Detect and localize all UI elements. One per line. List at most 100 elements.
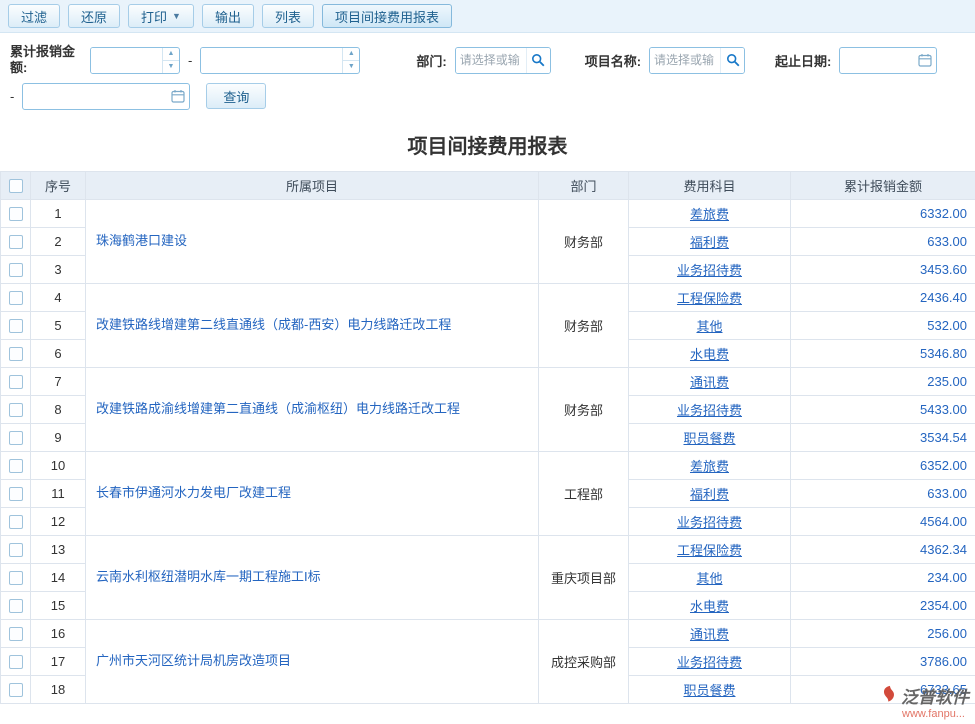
project-name-link[interactable]: 珠海鹤港口建设 bbox=[86, 199, 539, 283]
department-input[interactable] bbox=[456, 48, 526, 73]
stepper-arrows: ▲ ▼ bbox=[342, 48, 359, 73]
row-checkbox-cell bbox=[1, 451, 31, 479]
expense-subject-link[interactable]: 差旅费 bbox=[690, 207, 729, 222]
expense-subject-link[interactable]: 业务招待费 bbox=[677, 655, 742, 670]
date-from-box bbox=[839, 47, 937, 74]
amount-cell: 6352.00 bbox=[791, 451, 975, 479]
table-row: 4改建铁路线增建第二线直通线（成都-西安）电力线路迁改工程财务部工程保险费243… bbox=[1, 283, 975, 311]
row-checkbox[interactable] bbox=[9, 627, 23, 641]
project-search-button[interactable] bbox=[720, 48, 744, 73]
row-checkbox[interactable] bbox=[9, 599, 23, 613]
expense-subject-cell: 工程保险费 bbox=[629, 283, 791, 311]
calendar-icon[interactable] bbox=[914, 53, 936, 67]
project-searchbox bbox=[649, 47, 745, 74]
export-button[interactable]: 输出 bbox=[202, 4, 254, 28]
row-checkbox-cell bbox=[1, 311, 31, 339]
row-checkbox-cell bbox=[1, 619, 31, 647]
stepper-up-icon[interactable]: ▲ bbox=[163, 48, 179, 61]
row-checkbox[interactable] bbox=[9, 683, 23, 697]
table-row: 10长春市伊通河水力发电厂改建工程工程部差旅费6352.00 bbox=[1, 451, 975, 479]
amount-cell: 234.00 bbox=[791, 563, 975, 591]
project-name-input[interactable] bbox=[650, 48, 720, 73]
header-subject: 费用科目 bbox=[629, 171, 791, 199]
expense-subject-link[interactable]: 水电费 bbox=[690, 347, 729, 362]
expense-subject-link[interactable]: 福利费 bbox=[690, 235, 729, 250]
date-to-input[interactable] bbox=[23, 89, 167, 103]
chevron-down-icon: ▼ bbox=[172, 12, 181, 21]
project-name-link[interactable]: 云南水利枢纽潜明水库一期工程施工I标 bbox=[86, 535, 539, 619]
row-checkbox[interactable] bbox=[9, 319, 23, 333]
project-name-link[interactable]: 改建铁路线增建第二线直通线（成都-西安）电力线路迁改工程 bbox=[86, 283, 539, 367]
expense-subject-link[interactable]: 职员餐费 bbox=[683, 683, 735, 698]
restore-button[interactable]: 还原 bbox=[68, 4, 120, 28]
row-checkbox[interactable] bbox=[9, 459, 23, 473]
query-button[interactable]: 查询 bbox=[206, 83, 266, 109]
expense-subject-link[interactable]: 通讯费 bbox=[690, 375, 729, 390]
date-from-input[interactable] bbox=[840, 53, 914, 67]
expense-subject-link[interactable]: 通讯费 bbox=[690, 627, 729, 642]
expense-subject-cell: 其他 bbox=[629, 311, 791, 339]
amount-from-input[interactable] bbox=[91, 48, 162, 73]
row-checkbox-cell bbox=[1, 199, 31, 227]
stepper-down-icon[interactable]: ▼ bbox=[163, 61, 179, 73]
department-search-button[interactable] bbox=[526, 48, 550, 73]
expense-subject-cell: 福利费 bbox=[629, 479, 791, 507]
department-searchbox bbox=[455, 47, 551, 74]
row-number: 1 bbox=[31, 199, 86, 227]
expense-subject-link[interactable]: 职员餐费 bbox=[683, 431, 735, 446]
expense-subject-link[interactable]: 水电费 bbox=[690, 599, 729, 614]
expense-subject-cell: 业务招待费 bbox=[629, 647, 791, 675]
list-button[interactable]: 列表 bbox=[262, 4, 314, 28]
row-checkbox[interactable] bbox=[9, 655, 23, 669]
expense-subject-link[interactable]: 业务招待费 bbox=[677, 403, 742, 418]
row-checkbox[interactable] bbox=[9, 207, 23, 221]
row-checkbox[interactable] bbox=[9, 515, 23, 529]
header-project: 所属项目 bbox=[86, 171, 539, 199]
stepper-up-icon[interactable]: ▲ bbox=[343, 48, 359, 61]
calendar-icon[interactable] bbox=[167, 89, 189, 103]
expense-subject-link[interactable]: 业务招待费 bbox=[677, 263, 742, 278]
row-checkbox[interactable] bbox=[9, 487, 23, 501]
row-checkbox-cell bbox=[1, 591, 31, 619]
row-checkbox[interactable] bbox=[9, 543, 23, 557]
expense-subject-link[interactable]: 差旅费 bbox=[690, 459, 729, 474]
table-row: 16广州市天河区统计局机房改造项目成控采购部通讯费256.00 bbox=[1, 619, 975, 647]
row-number: 7 bbox=[31, 367, 86, 395]
row-checkbox[interactable] bbox=[9, 347, 23, 361]
filter-button[interactable]: 过滤 bbox=[8, 4, 60, 28]
row-checkbox[interactable] bbox=[9, 403, 23, 417]
row-checkbox-cell bbox=[1, 647, 31, 675]
table-row: 1珠海鹤港口建设财务部差旅费6332.00 bbox=[1, 199, 975, 227]
project-name-link[interactable]: 广州市天河区统计局机房改造项目 bbox=[86, 619, 539, 703]
expense-subject-link[interactable]: 工程保险费 bbox=[677, 291, 742, 306]
row-checkbox-cell bbox=[1, 563, 31, 591]
row-checkbox[interactable] bbox=[9, 431, 23, 445]
select-all-checkbox[interactable] bbox=[9, 179, 23, 193]
print-button[interactable]: 打印 ▼ bbox=[128, 4, 194, 28]
row-checkbox[interactable] bbox=[9, 235, 23, 249]
row-number: 9 bbox=[31, 423, 86, 451]
row-checkbox[interactable] bbox=[9, 571, 23, 585]
report-table-header: 序号 所属项目 部门 费用科目 累计报销金额 bbox=[1, 171, 975, 199]
row-checkbox[interactable] bbox=[9, 291, 23, 305]
expense-subject-link[interactable]: 其他 bbox=[696, 319, 722, 334]
expense-subject-link[interactable]: 业务招待费 bbox=[677, 515, 742, 530]
expense-subject-cell: 其他 bbox=[629, 563, 791, 591]
expense-subject-link[interactable]: 其他 bbox=[696, 571, 722, 586]
project-name-link[interactable]: 长春市伊通河水力发电厂改建工程 bbox=[86, 451, 539, 535]
search-icon bbox=[726, 53, 740, 67]
tab-indirect-expense-report[interactable]: 项目间接费用报表 bbox=[322, 4, 452, 28]
row-checkbox[interactable] bbox=[9, 375, 23, 389]
amount-cell: 2436.40 bbox=[791, 283, 975, 311]
expense-subject-link[interactable]: 工程保险费 bbox=[677, 543, 742, 558]
filter-row-2: - 查询 bbox=[10, 83, 965, 110]
amount-to-input[interactable] bbox=[201, 48, 342, 73]
amount-cell: 6332.00 bbox=[791, 199, 975, 227]
stepper-down-icon[interactable]: ▼ bbox=[343, 61, 359, 73]
row-checkbox-cell bbox=[1, 507, 31, 535]
row-checkbox[interactable] bbox=[9, 263, 23, 277]
expense-subject-link[interactable]: 福利费 bbox=[690, 487, 729, 502]
expense-subject-cell: 工程保险费 bbox=[629, 535, 791, 563]
expense-subject-cell: 业务招待费 bbox=[629, 395, 791, 423]
project-name-link[interactable]: 改建铁路成渝线增建第二直通线（成渝枢纽）电力线路迁改工程 bbox=[86, 367, 539, 451]
